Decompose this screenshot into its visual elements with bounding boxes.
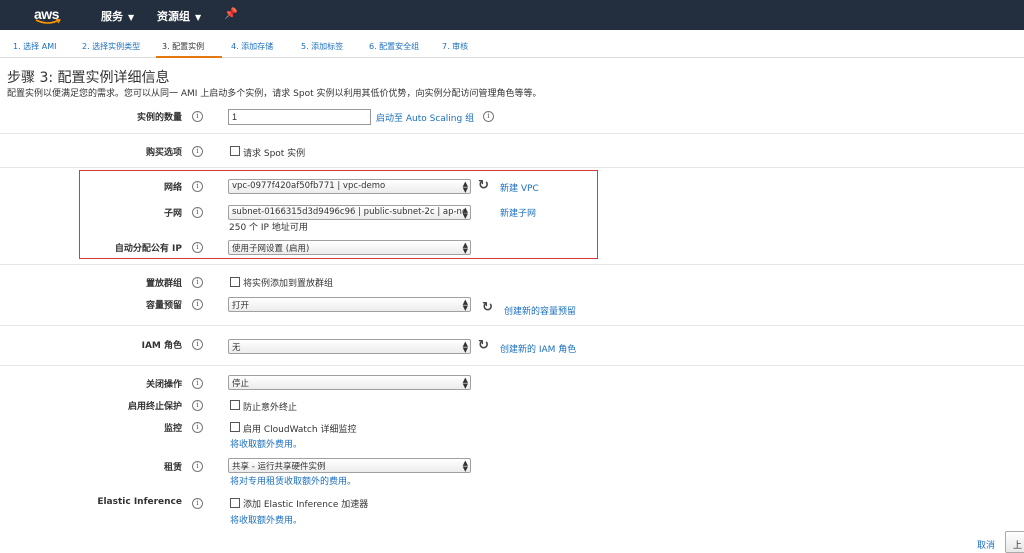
previous-button[interactable]: 上 — [1005, 531, 1024, 553]
top-navigation-bar: aws 服务 ▼ 资源组 ▼ 📌 — [0, 0, 1024, 30]
auto-public-ip-select-value: 使用子网设置 (启用) — [232, 244, 310, 254]
termination-protection-label: 启用终止保护 — [127, 402, 182, 412]
capacity-reservation-label: 容量预留 — [145, 301, 182, 311]
info-icon[interactable]: i — [192, 207, 203, 218]
refresh-icon[interactable]: ↻ — [478, 339, 489, 352]
chevron-down-icon: ▼ — [128, 13, 135, 22]
page-title: 步骤 3: 配置实例详细信息 — [7, 70, 170, 86]
tenancy-label: 租赁 — [163, 463, 182, 473]
elastic-inference-checkbox-label: 添加 Elastic Inference 加速器 — [243, 500, 369, 510]
step-add-tags[interactable]: 5. 添加标签 — [301, 41, 343, 52]
termination-protection-checkbox-label: 防止意外终止 — [243, 403, 298, 413]
spot-instance-checkbox[interactable] — [230, 146, 240, 156]
wizard-steps: 1. 选择 AMI 2. 选择实例类型 3. 配置实例 4. 添加存储 5. 添… — [0, 34, 1024, 58]
info-icon[interactable]: i — [192, 378, 203, 389]
info-icon[interactable]: i — [192, 400, 203, 411]
step-configure-security-group[interactable]: 6. 配置安全组 — [369, 41, 419, 52]
select-arrows-icon: ▲ ▼ — [462, 241, 468, 255]
step-add-storage[interactable]: 4. 添加存储 — [231, 41, 273, 52]
placement-group-checkbox[interactable] — [230, 277, 240, 287]
step-choose-instance-type[interactable]: 2. 选择实例类型 — [82, 41, 140, 52]
subnet-available-ips: 250 个 IP 地址可用 — [229, 223, 308, 233]
info-icon[interactable]: i — [192, 422, 203, 433]
elastic-inference-label: Elastic Inference — [97, 497, 182, 507]
select-arrows-icon: ▲ ▼ — [462, 180, 468, 194]
placement-group-checkbox-label: 将实例添加到置放群组 — [243, 279, 334, 289]
select-arrows-icon: ▲ ▼ — [462, 459, 468, 473]
step-review[interactable]: 7. 审核 — [442, 41, 468, 52]
info-icon[interactable]: i — [192, 146, 203, 157]
step-choose-ami[interactable]: 1. 选择 AMI — [13, 41, 56, 52]
instance-count-input[interactable] — [228, 109, 371, 125]
capacity-reservation-select[interactable]: 打开 ▲ ▼ — [228, 297, 471, 312]
divider — [0, 365, 1024, 366]
pin-icon[interactable]: 📌 — [224, 7, 238, 20]
create-subnet-link[interactable]: 新建子网 — [500, 206, 536, 219]
create-iam-role-link[interactable]: 创建新的 IAM 角色 — [500, 342, 576, 355]
cloudwatch-monitoring-checkbox[interactable] — [230, 422, 240, 432]
services-menu[interactable]: 服务 ▼ — [101, 8, 134, 24]
tenancy-charges-note[interactable]: 将对专用租赁收取额外的费用。 — [230, 474, 356, 487]
network-label: 网络 — [163, 183, 182, 193]
purchase-option-label: 购买选项 — [145, 148, 182, 158]
iam-role-select-value: 无 — [232, 343, 241, 353]
refresh-icon[interactable]: ↻ — [478, 179, 489, 192]
divider — [0, 133, 1024, 134]
divider — [0, 264, 1024, 265]
iam-role-label: IAM 角色 — [141, 341, 182, 351]
auto-public-ip-label: 自动分配公有 IP — [114, 244, 182, 254]
placement-group-label: 置放群组 — [145, 279, 182, 289]
spot-instance-checkbox-label: 请求 Spot 实例 — [243, 149, 306, 159]
auto-public-ip-select[interactable]: 使用子网设置 (启用) ▲ ▼ — [228, 240, 471, 255]
cloudwatch-monitoring-checkbox-label: 启用 CloudWatch 详细监控 — [243, 425, 357, 435]
services-label: 服务 — [101, 10, 123, 23]
shutdown-behavior-select-value: 停止 — [232, 379, 250, 389]
divider — [0, 167, 1024, 168]
select-arrows-icon: ▲ ▼ — [462, 298, 468, 312]
cancel-button[interactable]: 取消 — [977, 538, 995, 551]
shutdown-behavior-select[interactable]: 停止 ▲ ▼ — [228, 375, 471, 390]
info-icon[interactable]: i — [192, 277, 203, 288]
subnet-select[interactable]: subnet-0166315d3d9496c96 | public-subnet… — [228, 205, 471, 220]
select-arrows-icon: ▲ ▼ — [462, 340, 468, 354]
launch-into-auto-scaling-link[interactable]: 启动至 Auto Scaling 组 — [376, 111, 474, 124]
monitoring-charges-note[interactable]: 将收取额外费用。 — [230, 437, 302, 450]
page-description: 配置实例以便满足您的需求。您可以从同一 AMI 上启动多个实例，请求 Spot … — [7, 89, 542, 99]
divider — [0, 325, 1024, 326]
elastic-inference-charges-note[interactable]: 将收取额外费用。 — [230, 513, 302, 526]
create-vpc-link[interactable]: 新建 VPC — [500, 181, 539, 194]
tenancy-select-value: 共享 - 运行共享硬件实例 — [232, 462, 326, 472]
info-icon[interactable]: i — [192, 111, 203, 122]
select-arrows-icon: ▲ ▼ — [462, 206, 468, 220]
select-arrows-icon: ▲ ▼ — [462, 376, 468, 390]
network-select[interactable]: vpc-0977f420af50fb771 | vpc-demo ▲ ▼ — [228, 179, 471, 194]
monitoring-label: 监控 — [163, 424, 182, 434]
network-select-value: vpc-0977f420af50fb771 | vpc-demo — [232, 181, 386, 191]
info-icon[interactable]: i — [192, 299, 203, 310]
info-icon[interactable]: i — [483, 111, 494, 122]
step-configure-instance[interactable]: 3. 配置实例 — [162, 41, 204, 52]
iam-role-select[interactable]: 无 ▲ ▼ — [228, 339, 471, 354]
resource-groups-label: 资源组 — [157, 10, 190, 23]
instance-count-label: 实例的数量 — [136, 113, 182, 123]
aws-smile-icon — [35, 19, 61, 24]
termination-protection-checkbox[interactable] — [230, 400, 240, 410]
tenancy-select[interactable]: 共享 - 运行共享硬件实例 ▲ ▼ — [228, 458, 471, 473]
shutdown-behavior-label: 关闭操作 — [145, 380, 182, 390]
info-icon[interactable]: i — [192, 339, 203, 350]
capacity-reservation-select-value: 打开 — [232, 301, 250, 311]
info-icon[interactable]: i — [192, 461, 203, 472]
refresh-icon[interactable]: ↻ — [482, 301, 493, 314]
aws-logo[interactable]: aws — [34, 4, 66, 26]
resource-groups-menu[interactable]: 资源组 ▼ — [157, 8, 201, 24]
elastic-inference-checkbox[interactable] — [230, 498, 240, 508]
chevron-down-icon: ▼ — [195, 13, 202, 22]
info-icon[interactable]: i — [192, 181, 203, 192]
active-step-indicator — [156, 56, 222, 58]
subnet-select-value: subnet-0166315d3d9496c96 | public-subnet… — [232, 207, 467, 217]
info-icon[interactable]: i — [192, 242, 203, 253]
subnet-label: 子网 — [163, 209, 182, 219]
info-icon[interactable]: i — [192, 498, 203, 509]
create-capacity-reservation-link[interactable]: 创建新的容量预留 — [504, 304, 576, 317]
